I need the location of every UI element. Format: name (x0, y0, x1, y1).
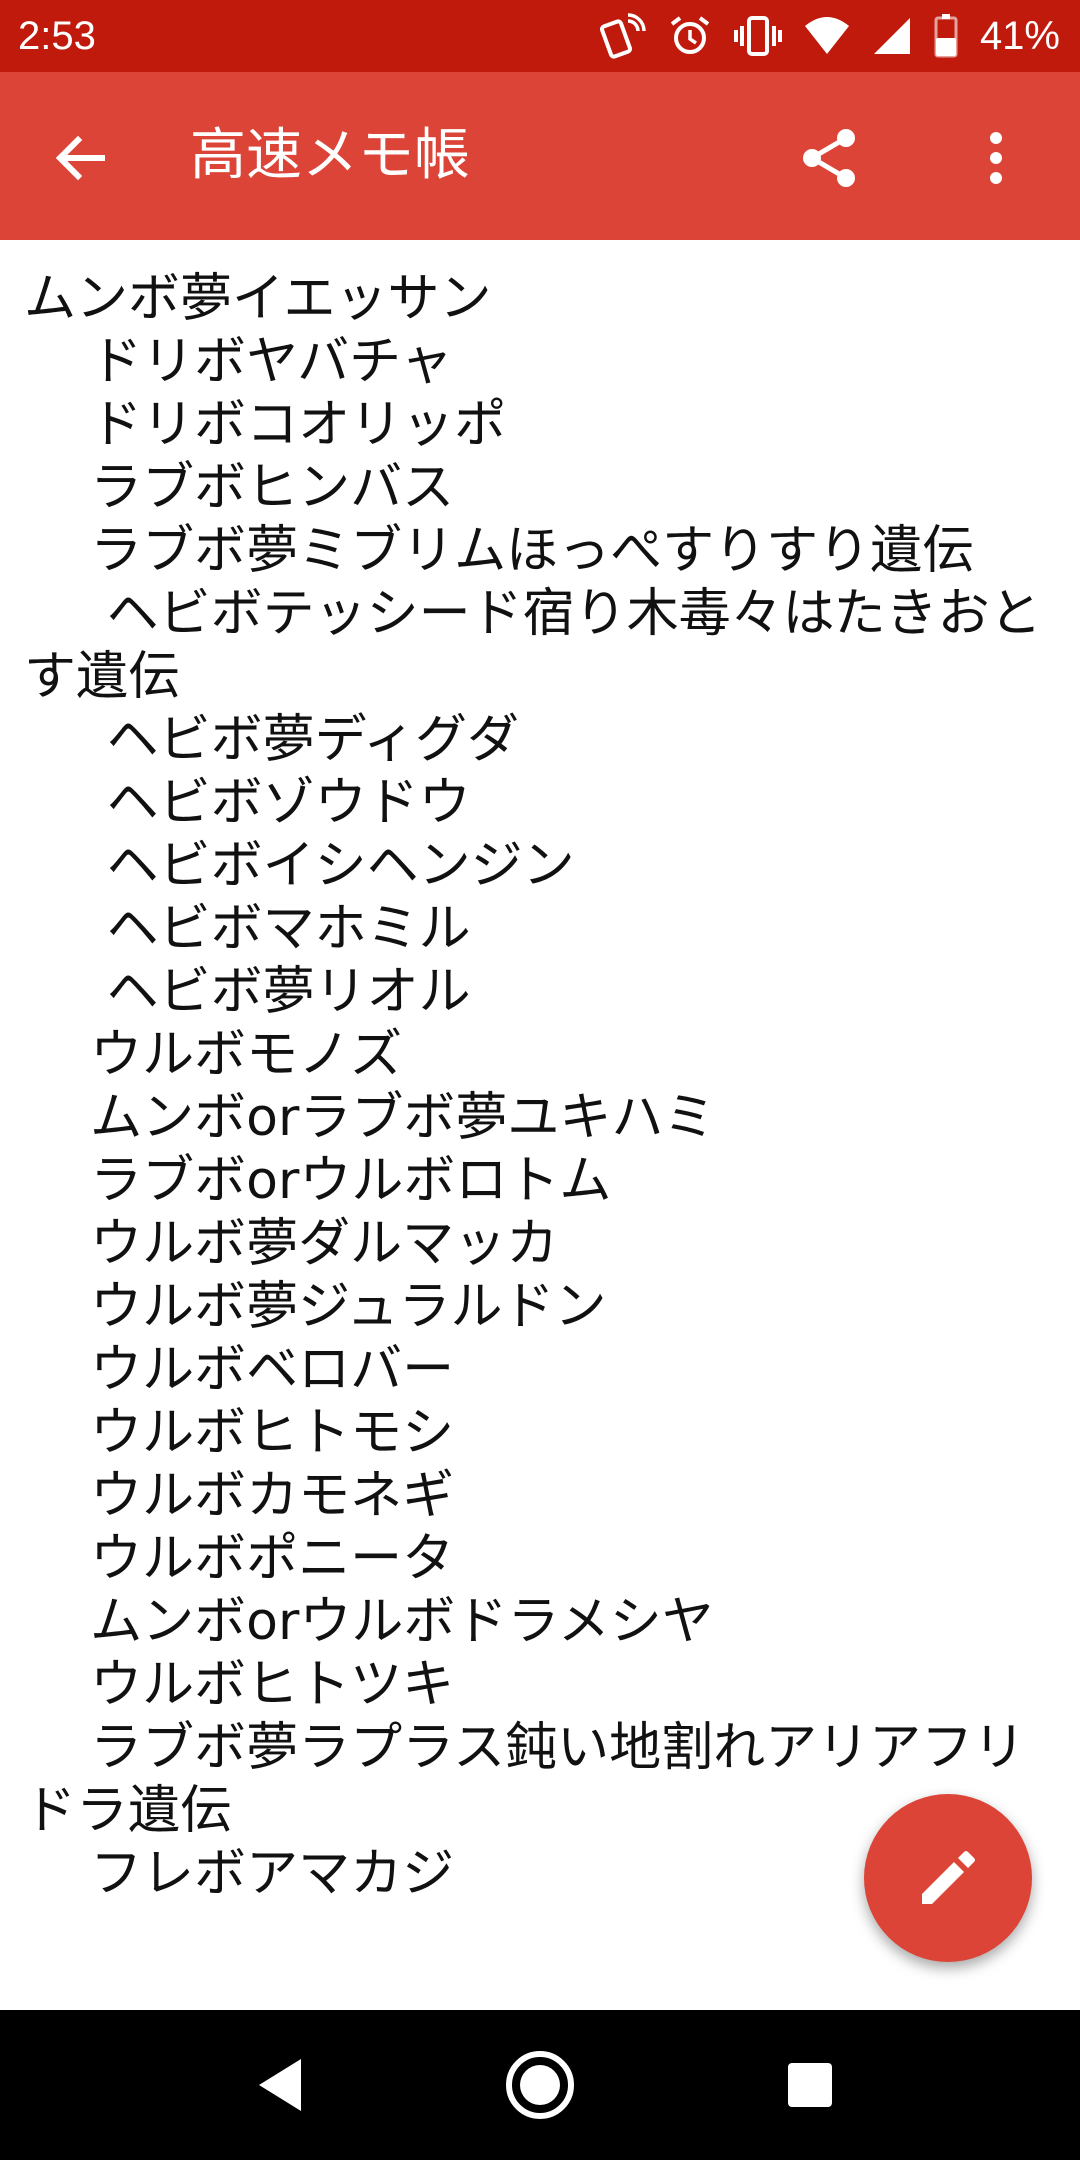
memo-content[interactable]: ムンボ夢イエッサン ドリボヤバチャ ドリボコオリッポ ラブボヒンバス ラブボ夢ミ… (0, 240, 1080, 2010)
nav-back-button[interactable] (230, 2040, 330, 2130)
wifi-icon (804, 17, 849, 54)
nav-recents-button[interactable] (760, 2040, 860, 2130)
arrow-back-icon (55, 135, 105, 181)
pencil-edit-icon (922, 1851, 975, 1904)
more-options-button[interactable] (966, 118, 1026, 198)
back-triangle-icon (259, 2059, 301, 2111)
status-time: 2:53 (18, 13, 96, 58)
home-circle-icon (506, 2051, 574, 2119)
share-button[interactable] (790, 118, 870, 198)
nav-home-button[interactable] (490, 2035, 590, 2135)
memo-text[interactable]: ムンボ夢イエッサン ドリボヤバチャ ドリボコオリッポ ラブボヒンバス ラブボ夢ミ… (24, 268, 1064, 1906)
battery-percent: 41% (979, 13, 1060, 58)
back-button[interactable] (44, 122, 116, 194)
battery-icon (934, 14, 958, 58)
app-bar: 高速メモ帳 (0, 72, 1080, 240)
more-vert-icon (990, 132, 1002, 184)
signal-icon (873, 18, 910, 54)
edit-fab-button[interactable] (864, 1794, 1032, 1962)
vibrate-icon (733, 16, 782, 56)
status-icons: 41% (599, 13, 1060, 59)
recents-square-icon (788, 2063, 832, 2107)
app-title: 高速メモ帳 (190, 123, 470, 188)
status-bar: 2:53 41% (0, 0, 1080, 72)
navigation-bar (0, 2010, 1080, 2160)
share-icon (803, 129, 855, 187)
nfc-phone-icon (599, 13, 646, 59)
alarm-icon (670, 16, 710, 54)
